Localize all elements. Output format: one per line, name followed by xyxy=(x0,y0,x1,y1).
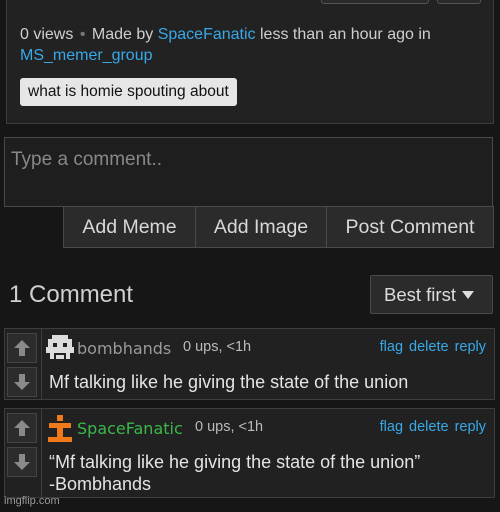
meme-meta-line: 0 views • Made by SpaceFanatic less than… xyxy=(20,26,431,44)
comment-actions: flag delete reply xyxy=(374,419,486,435)
arrow-up-icon xyxy=(14,340,30,356)
comment-text-line: -Bombhands xyxy=(49,474,152,494)
comment-username-text: SpaceFanatic xyxy=(77,419,183,438)
upvote-button[interactable] xyxy=(7,413,37,443)
comment-username[interactable]: bombhands xyxy=(77,339,171,358)
orange-figure-icon xyxy=(48,415,72,442)
comment-input[interactable]: Type a comment.. xyxy=(4,137,493,207)
add-meme-button[interactable]: Add Meme xyxy=(63,206,196,248)
comment-meta: 0 ups, <1h xyxy=(183,339,252,355)
view-count: 0 views xyxy=(20,26,74,43)
reply-link[interactable]: reply xyxy=(455,339,486,355)
comment-item: SpaceFanatic 0 ups, <1h flag delete reply … xyxy=(4,408,495,498)
composer-action-bar: Add Meme Add Image Post Comment xyxy=(63,206,494,248)
vote-column xyxy=(5,329,42,399)
arrow-up-icon xyxy=(14,420,30,436)
vote-column xyxy=(5,409,42,497)
caret-down-icon xyxy=(461,291,474,299)
comment-username[interactable]: SpaceFanatic xyxy=(77,419,183,438)
site-watermark: imgflip.com xyxy=(4,495,60,507)
sort-dropdown-label: Best first xyxy=(384,284,456,305)
separator-dot: • xyxy=(79,26,86,43)
group-link[interactable]: MS_memer_group xyxy=(20,47,153,65)
delete-link[interactable]: delete xyxy=(409,339,449,355)
flag-link[interactable]: flag xyxy=(380,419,403,435)
post-comment-button[interactable]: Post Comment xyxy=(327,206,494,248)
author-link[interactable]: SpaceFanatic xyxy=(158,26,256,43)
reply-link[interactable]: reply xyxy=(455,419,486,435)
comment-text: “Mf talking like he giving the state of … xyxy=(49,451,420,495)
comment-count-title: 1 Comment xyxy=(9,281,134,308)
add-image-button[interactable]: Add Image xyxy=(196,206,327,248)
top-button-partial[interactable] xyxy=(321,0,429,4)
sort-dropdown[interactable]: Best first xyxy=(370,275,493,314)
downvote-button[interactable] xyxy=(7,367,37,397)
pixel-face-icon xyxy=(46,335,74,359)
meme-tag-chip[interactable]: what is homie spouting about xyxy=(20,78,237,106)
comment-meta: 0 ups, <1h xyxy=(195,419,264,435)
comment-text: Mf talking like he giving the state of t… xyxy=(49,371,408,393)
flag-link[interactable]: flag xyxy=(380,339,403,355)
comment-item: bombhands 0 ups, <1h flag delete reply Mf … xyxy=(4,328,495,400)
arrow-down-icon xyxy=(14,374,30,390)
comment-text-line: Mf talking like he giving the state of t… xyxy=(49,372,409,392)
arrow-down-icon xyxy=(14,454,30,470)
upvote-button[interactable] xyxy=(7,333,37,363)
comment-text-line: “Mf talking like he giving the state of … xyxy=(49,452,421,472)
top-button-partial-2[interactable] xyxy=(437,0,481,4)
time-label: less than an hour ago in xyxy=(260,26,431,43)
meme-info-panel: 0 views • Made by SpaceFanatic less than… xyxy=(6,0,494,124)
comment-actions: flag delete reply xyxy=(374,339,486,355)
downvote-button[interactable] xyxy=(7,447,37,477)
made-by-label: Made by xyxy=(91,26,154,43)
delete-link[interactable]: delete xyxy=(409,419,449,435)
